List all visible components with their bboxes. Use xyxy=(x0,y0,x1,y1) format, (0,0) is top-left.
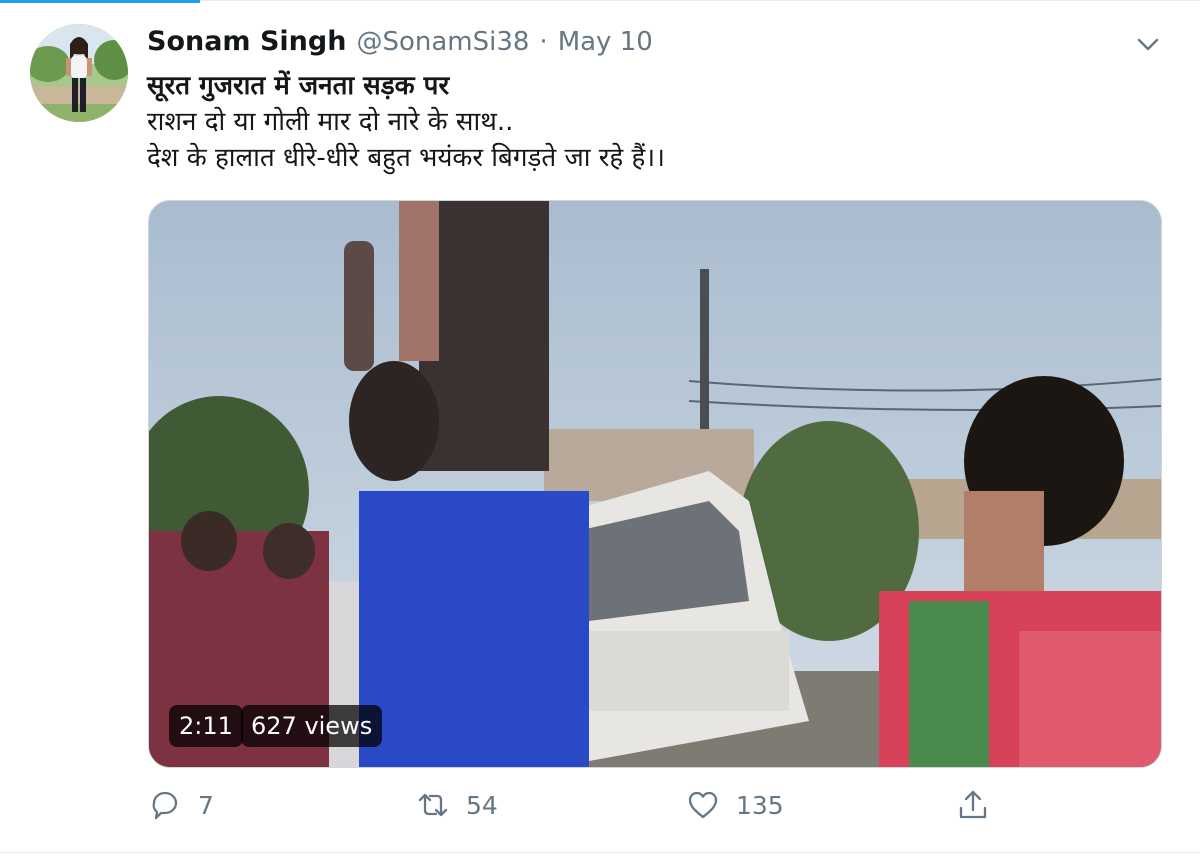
tweet-header: Sonam Singh @SonamSi38 · May 10 xyxy=(147,26,653,62)
like-count: 135 xyxy=(736,790,784,820)
tweet-actions: 7 54 135 xyxy=(148,788,1160,832)
author-handle[interactable]: @SonamSi38 xyxy=(356,27,529,57)
divider xyxy=(200,0,1200,1)
tweet-menu-button[interactable] xyxy=(1134,30,1162,58)
share-icon xyxy=(959,790,987,819)
reply-button[interactable]: 7 xyxy=(148,788,214,822)
like-button[interactable]: 135 xyxy=(686,788,784,822)
retweet-button[interactable]: 54 xyxy=(416,788,498,822)
author-display-name[interactable]: Sonam Singh xyxy=(147,26,346,57)
tweet-date[interactable]: May 10 xyxy=(558,27,653,57)
divider xyxy=(0,852,1200,853)
tweet-text-line: राशन दो या गोली मार दो नारे के साथ.. xyxy=(147,107,514,137)
avatar[interactable] xyxy=(30,24,128,122)
share-button[interactable] xyxy=(956,788,990,822)
video-player[interactable]: 2:11 627 views xyxy=(148,200,1162,768)
active-tab-indicator xyxy=(0,0,200,3)
video-view-count: 627 views xyxy=(241,705,383,747)
video-duration: 2:11 xyxy=(169,705,243,747)
reply-count: 7 xyxy=(198,790,214,820)
reply-icon xyxy=(152,791,178,820)
tweet-text: सूरत गुजरात में जनता सड़क पर राशन दो या … xyxy=(147,68,1147,176)
avatar-image xyxy=(30,24,128,122)
heart-icon xyxy=(688,791,718,819)
tweet-text-line: सूरत गुजरात में जनता सड़क पर xyxy=(147,71,450,101)
tweet-text-line: देश के हालात धीरे-धीरे बहुत भयंकर बिगड़त… xyxy=(147,143,666,173)
retweet-icon xyxy=(418,793,448,817)
retweet-count: 54 xyxy=(466,790,498,820)
video-thumbnail xyxy=(149,201,1161,767)
chevron-down-icon xyxy=(1137,38,1159,51)
header-separator: · xyxy=(539,27,548,57)
